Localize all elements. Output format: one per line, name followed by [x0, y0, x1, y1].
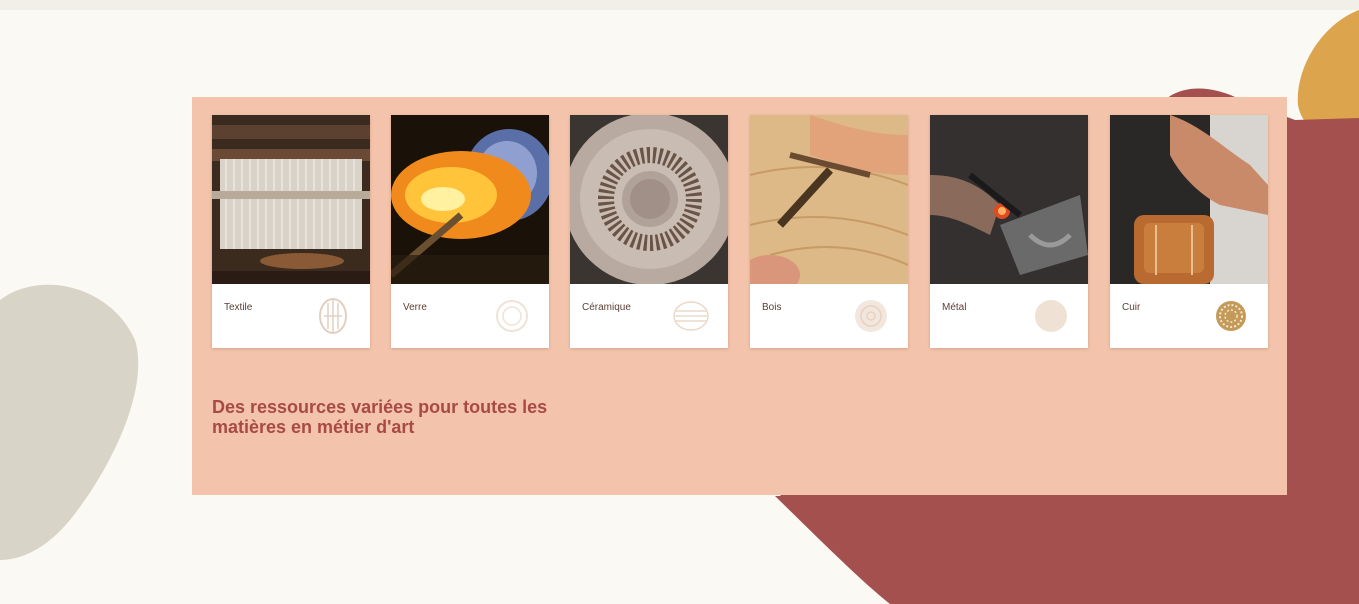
material-card-bois[interactable]: Bois — [750, 115, 908, 348]
woodcarving-photo — [750, 115, 908, 284]
material-card-textile[interactable]: Textile — [212, 115, 370, 348]
material-card-metal[interactable]: Métal — [930, 115, 1088, 348]
leather-emblem-icon — [1210, 295, 1252, 337]
wood-emblem-icon — [850, 295, 892, 337]
material-label: Céramique — [582, 302, 631, 313]
tagline-line-1: Des ressources variées pour toutes les — [212, 397, 548, 417]
glass-emblem-icon — [491, 295, 533, 337]
material-card-cuir[interactable]: Cuir — [1110, 115, 1268, 348]
materials-panel: Textile Verre Céramique Bois Métal Cuir … — [192, 97, 1287, 495]
tagline-line-2: matières en métier d'art — [212, 417, 415, 437]
material-label: Textile — [224, 302, 253, 313]
material-label: Cuir — [1122, 302, 1141, 313]
ceramic-emblem-icon — [670, 295, 712, 337]
glassblowing-photo — [391, 115, 549, 284]
material-card-verre[interactable]: Verre — [391, 115, 549, 348]
metal-emblem-icon — [1030, 295, 1072, 337]
leatherwork-photo — [1110, 115, 1268, 284]
material-label: Verre — [403, 302, 427, 313]
material-label: Bois — [762, 302, 782, 313]
material-card-ceramique[interactable]: Céramique — [570, 115, 728, 348]
loom-photo — [212, 115, 370, 284]
tagline: Des ressources variées pour toutes les m… — [212, 397, 772, 437]
material-label: Métal — [942, 302, 967, 313]
metalwork-photo — [930, 115, 1088, 284]
textile-emblem-icon — [312, 295, 354, 337]
grey-blob-shape — [0, 284, 139, 560]
ceramic-photo — [570, 115, 728, 284]
